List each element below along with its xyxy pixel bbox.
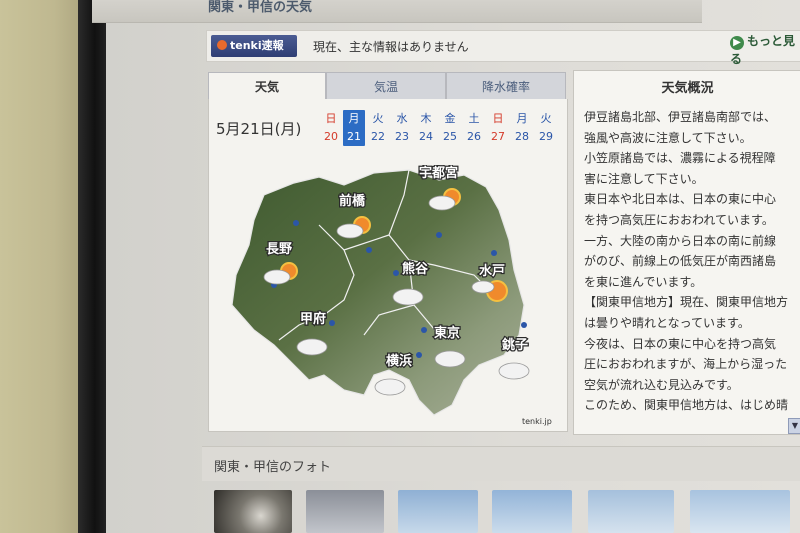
day-22[interactable]: 火 22: [367, 110, 389, 146]
city-marker: [491, 250, 497, 256]
city-label-choshi: 銚子: [502, 337, 528, 353]
day-weekday: 火: [540, 112, 552, 125]
photo-thumbnail[interactable]: [492, 490, 572, 533]
summary-body: 伊豆諸島北部、伊豆諸島南部では、 強風や高波に注意して下さい。 小笠原諸島では、…: [584, 110, 789, 413]
news-text: 現在、主な情報はありません: [313, 40, 469, 54]
city-label-tokyo: 東京: [434, 325, 460, 341]
day-weekday: 土: [468, 112, 480, 125]
day-number: 26: [467, 130, 481, 143]
photo-thumbnail[interactable]: [306, 490, 384, 533]
cloudy-icon: [374, 378, 406, 396]
city-marker: [436, 232, 442, 238]
photo-thumbnail[interactable]: [398, 490, 478, 533]
day-weekday: 日: [325, 112, 337, 125]
photo-section-title: 関東・甲信のフォト: [214, 460, 332, 475]
city-label-nagano: 長野: [266, 242, 292, 257]
day-weekday: 水: [396, 112, 408, 125]
day-weekday: 金: [444, 112, 456, 125]
wall-background: [0, 0, 90, 533]
day-weekday: 火: [372, 112, 384, 125]
photo-thumbnail[interactable]: [690, 490, 790, 533]
city-label-yokohama: 横浜: [386, 353, 412, 369]
day-28[interactable]: 月 28: [511, 110, 533, 146]
cloudy-icon: [498, 362, 530, 380]
weather-tabs: 天気 気温 降水確率: [208, 72, 566, 100]
map-credit: tenki.jp: [522, 417, 552, 426]
day-number: 22: [371, 130, 385, 143]
sun-icon: [217, 40, 227, 50]
badge-label: tenki速報: [230, 39, 284, 52]
city-marker: [366, 247, 372, 253]
city-marker: [416, 352, 422, 358]
day-23[interactable]: 水 23: [391, 110, 413, 146]
city-marker: [293, 220, 299, 226]
tab-weather[interactable]: 天気: [208, 72, 326, 100]
photo-section-header: 関東・甲信のフォト: [202, 446, 800, 481]
day-number: 23: [395, 130, 409, 143]
city-marker: [329, 320, 335, 326]
day-20[interactable]: 日 20: [320, 110, 342, 146]
weather-map: 宇都宮 前橋 長野 熊谷 水戸 甲府 東京 横浜 銚子: [231, 165, 530, 416]
arrow-right-icon: ▶: [730, 36, 744, 50]
weather-summary-panel: 天気概況 伊豆諸島北部、伊豆諸島南部では、 強風や高波に注意して下さい。 小笠原…: [573, 70, 800, 435]
day-21[interactable]: 月 21: [343, 110, 365, 146]
day-number: 28: [515, 130, 529, 143]
cloudy-icon: [296, 338, 328, 356]
cloudy-icon: [392, 288, 424, 306]
day-number: 27: [491, 130, 505, 143]
city-label-kofu: 甲府: [300, 311, 326, 327]
day-number: 21: [347, 130, 361, 143]
day-number: 24: [419, 130, 433, 143]
day-26[interactable]: 土 26: [463, 110, 485, 146]
day-number: 20: [324, 130, 338, 143]
day-24[interactable]: 木 24: [415, 110, 437, 146]
day-weekday: 木: [420, 112, 432, 125]
photo-thumbnail[interactable]: [588, 490, 674, 533]
city-marker: [393, 270, 399, 276]
news-bar: tenki速報 現在、主な情報はありません: [206, 30, 800, 62]
day-weekday: 日: [492, 112, 504, 125]
photo-thumbnail[interactable]: [214, 490, 292, 533]
day-weekday: 月: [348, 112, 360, 125]
day-number: 25: [443, 130, 457, 143]
section-header-bar: [92, 0, 702, 23]
day-27[interactable]: 日 27: [487, 110, 509, 146]
city-label-mito: 水戸: [479, 263, 505, 279]
city-label-kumagaya: 熊谷: [402, 261, 429, 277]
tenki-news-badge[interactable]: tenki速報: [211, 35, 297, 57]
city-marker: [521, 322, 527, 328]
tab-temperature[interactable]: 気温: [326, 72, 446, 100]
more-link[interactable]: ▶ もっと見る: [730, 32, 800, 67]
summary-title: 天気概況: [661, 81, 714, 96]
day-weekday: 月: [516, 112, 528, 125]
cloudy-icon: [434, 350, 466, 368]
tab-precipitation[interactable]: 降水確率: [446, 72, 566, 100]
day-number: 29: [539, 130, 553, 143]
day-25[interactable]: 金 25: [439, 110, 461, 146]
date-label: 5月21日(月): [216, 120, 302, 138]
city-label-utsunomiya: 宇都宮: [419, 165, 458, 181]
city-marker: [421, 327, 427, 333]
section-title: 関東・甲信の天気: [208, 0, 313, 15]
day-29[interactable]: 火 29: [535, 110, 557, 146]
city-label-maebashi: 前橋: [339, 193, 366, 209]
scroll-down-icon[interactable]: ▼: [788, 418, 800, 434]
monitor-bezel: [78, 0, 106, 533]
